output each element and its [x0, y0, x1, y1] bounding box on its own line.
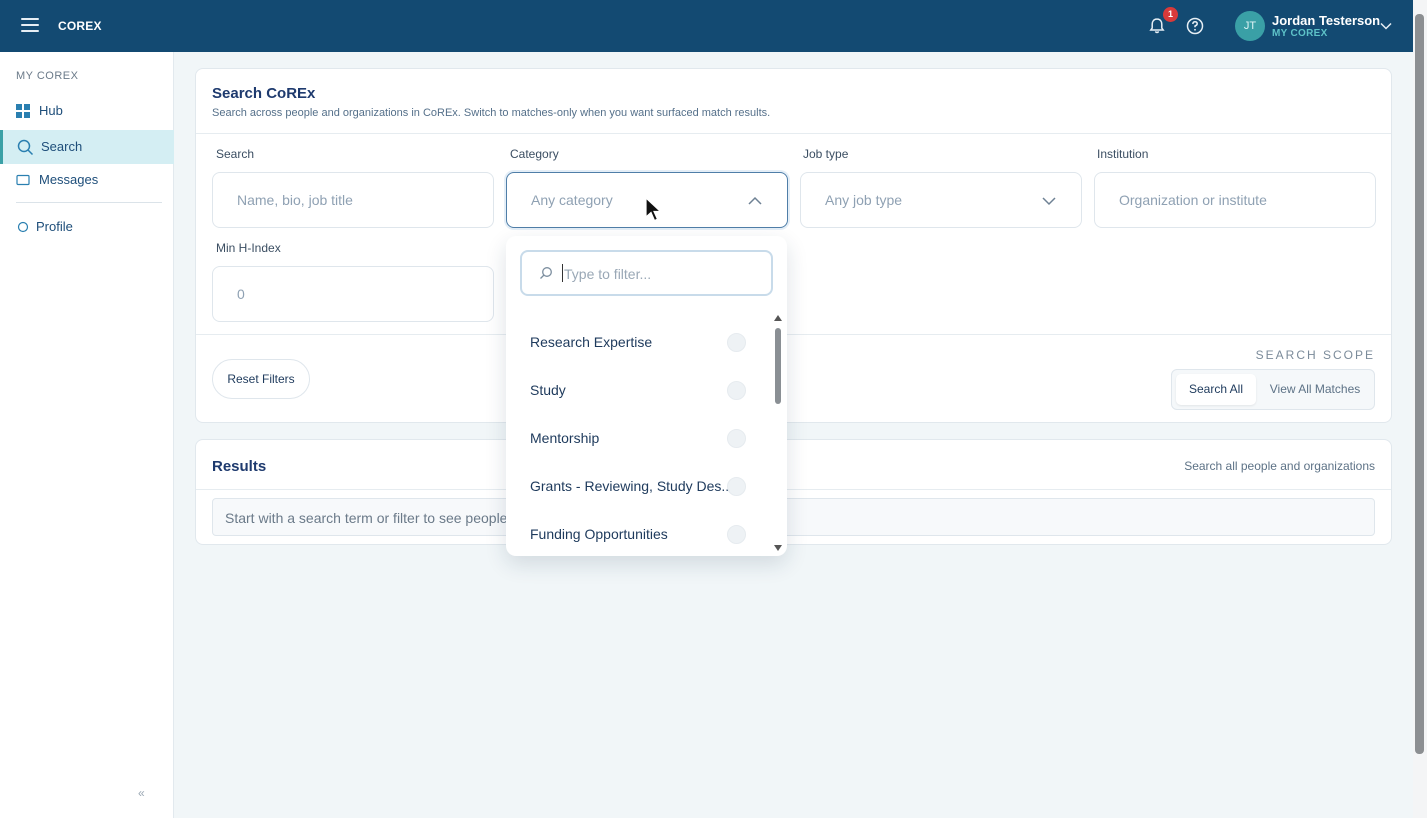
category-dropdown: Type to filter... Research Expertise Stu… [506, 236, 787, 556]
sidebar-heading: MY COREX [16, 70, 79, 82]
sidebar-item-label: Search [41, 139, 83, 154]
results-empty-state: Start with a search term or filter to se… [212, 498, 1375, 536]
sidebar-item-label: Messages [39, 172, 99, 187]
option-label: Mentorship [530, 430, 600, 446]
dropdown-scroll-thumb[interactable] [775, 328, 781, 404]
search-placeholder: Name, bio, job title [237, 192, 353, 208]
user-subtitle: MY COREX [1272, 28, 1328, 39]
job-type-placeholder: Any job type [825, 192, 903, 208]
option-label: Research Expertise [530, 334, 653, 350]
sidebar-item-messages[interactable]: Messages [0, 164, 174, 196]
brand-logo[interactable]: COREX [58, 19, 102, 33]
sidebar: MY COREX Hub Search Messages Profile « [0, 52, 174, 818]
page-scroll-thumb[interactable] [1415, 14, 1424, 754]
radio-icon[interactable] [727, 429, 746, 448]
category-option[interactable]: Study [530, 366, 760, 406]
institution-input[interactable]: Organization or institute [1094, 172, 1376, 228]
notification-badge: 1 [1163, 7, 1178, 22]
sidebar-item-profile[interactable]: Profile [0, 211, 174, 243]
help-icon[interactable] [1185, 16, 1205, 36]
divider [196, 489, 1391, 490]
sidebar-item-label: Profile [36, 219, 73, 234]
min-h-index-value: 0 [237, 286, 245, 302]
menu-icon[interactable] [21, 18, 39, 34]
filter-placeholder: Type to filter... [564, 266, 652, 282]
results-panel: Results Search all people and organizati… [195, 439, 1392, 545]
sidebar-item-search[interactable]: Search [0, 130, 174, 164]
search-label: Search [216, 147, 255, 161]
divider [196, 133, 1391, 134]
chevron-down-icon [1042, 197, 1056, 206]
radio-icon[interactable] [727, 525, 746, 544]
category-filter-input[interactable]: Type to filter... [520, 250, 773, 296]
grid-icon [16, 104, 30, 118]
chevron-up-icon [748, 196, 762, 205]
radio-icon[interactable] [727, 333, 746, 352]
search-panel: Search CoREx Search across people and or… [195, 68, 1392, 423]
category-option[interactable]: Mentorship [530, 414, 760, 454]
category-placeholder: Any category [531, 192, 613, 208]
category-option[interactable]: Funding Opportunities [530, 510, 760, 550]
results-empty-text: Start with a search term or filter to se… [225, 510, 508, 526]
reset-filters-button[interactable]: Reset Filters [212, 359, 310, 399]
collapse-sidebar-button[interactable]: « [138, 786, 145, 800]
sidebar-divider [16, 202, 162, 203]
search-scope-label: SEARCH SCOPE [1255, 348, 1375, 362]
category-option[interactable]: Research Expertise [530, 318, 760, 358]
sidebar-item-hub[interactable]: Hub [0, 95, 174, 127]
min-h-index-input[interactable]: 0 [212, 266, 494, 322]
category-option[interactable]: Grants - Reviewing, Study Des... [530, 462, 760, 502]
category-label: Category [510, 147, 559, 161]
search-all-button[interactable]: Search All [1176, 374, 1256, 405]
user-name[interactable]: Jordan Testerson [1272, 13, 1380, 28]
results-title: Results [212, 458, 267, 475]
search-input[interactable]: Name, bio, job title [212, 172, 494, 228]
top-bar: COREX 1 JT Jordan Testerson MY COREX [0, 0, 1413, 52]
view-all-matches-button[interactable]: View All Matches [1260, 374, 1370, 405]
job-type-label: Job type [803, 147, 849, 161]
radio-icon[interactable] [727, 381, 746, 400]
avatar[interactable]: JT [1235, 11, 1265, 41]
search-scope-toggle: Search All View All Matches [1171, 369, 1375, 410]
divider [196, 334, 1391, 335]
message-icon [16, 174, 30, 186]
mouse-pointer-icon [645, 197, 663, 222]
search-icon [17, 139, 34, 156]
institution-label: Institution [1097, 147, 1149, 161]
option-label: Grants - Reviewing, Study Des... [530, 478, 734, 494]
radio-icon[interactable] [727, 477, 746, 496]
panel-subtitle: Search across people and organizations i… [212, 107, 771, 119]
circle-icon [17, 221, 29, 233]
chevron-down-icon[interactable] [1379, 19, 1393, 33]
option-label: Study [530, 382, 566, 398]
search-icon [540, 267, 552, 279]
text-cursor [562, 264, 563, 282]
panel-title: Search CoREx [212, 85, 316, 102]
sidebar-item-label: Hub [39, 103, 63, 118]
institution-placeholder: Organization or institute [1119, 192, 1267, 208]
job-type-select[interactable]: Any job type [800, 172, 1082, 228]
option-label: Funding Opportunities [530, 526, 668, 542]
min-h-index-label: Min H-Index [216, 241, 281, 255]
results-hint: Search all people and organizations [1184, 459, 1375, 473]
